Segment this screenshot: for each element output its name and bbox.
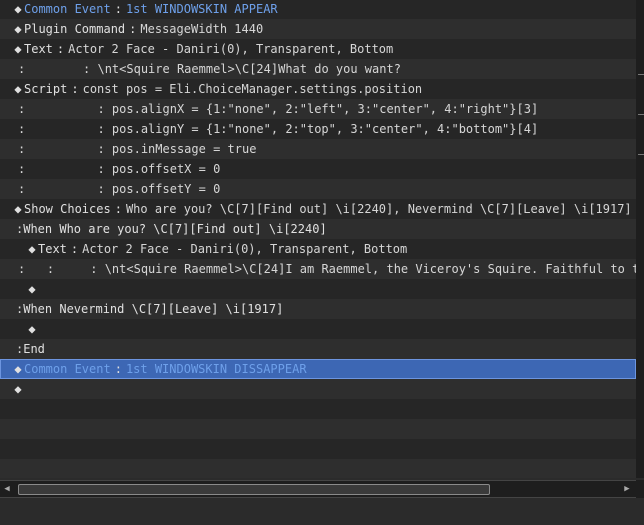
scroll-right-arrow-icon[interactable]: ▶ [620,481,634,497]
scroll-tick [638,154,644,155]
command-row[interactable]: : : pos.inMessage = true [0,139,636,159]
command-diamond-icon: ◆ [14,362,22,376]
scroll-tick [638,114,644,115]
command-row[interactable]: : : pos.offsetY = 0 [0,179,636,199]
continuation-text: pos.offsetY = 0 [111,182,221,196]
command-label: Plugin Command [24,22,126,36]
command-row[interactable]: :When Who are you? \C[7][Find out] \i[22… [0,219,636,239]
command-text: const pos = Eli.ChoiceManager.settings.p… [82,82,423,96]
command-row[interactable] [0,419,636,439]
continuation-marker: : : [18,102,112,116]
continuation-text: \nt<Squire Raemmel>\C[24]What do you wan… [97,62,401,76]
command-separator: : [129,22,137,36]
command-separator: : [71,82,79,96]
command-text: 1st WINDOWSKIN DISSAPPEAR [125,362,307,376]
bottom-panel [0,498,644,525]
command-row[interactable]: : : \nt<Squire Raemmel>\C[24]What do you… [0,59,636,79]
scroll-left-arrow-icon[interactable]: ◀ [0,481,14,497]
command-row[interactable]: : : pos.offsetX = 0 [0,159,636,179]
command-row[interactable]: ◆ [0,319,636,339]
command-row[interactable]: :End [0,339,636,359]
command-diamond-icon: ◆ [28,282,36,296]
command-diamond-icon: ◆ [14,42,22,56]
command-label: Show Choices [24,202,111,216]
command-label: Text [24,42,53,56]
continuation-marker: : : [18,122,112,136]
scrollbar-corner [636,480,644,498]
command-text: Who are you? \C[7][Find out] \i[2240], N… [125,202,636,216]
continuation-marker: : : [18,182,112,196]
command-row[interactable]: ◆ Common Event:1st WINDOWSKIN APPEAR [0,0,636,19]
command-row[interactable]: : : pos.alignY = {1:"none", 2:"top", 3:"… [0,119,636,139]
command-row[interactable]: ◆ [0,379,636,399]
vertical-scrollbar[interactable] [636,0,644,478]
command-diamond-icon: ◆ [14,382,22,396]
command-separator: : [114,2,122,16]
command-label: Script [24,82,68,96]
continuation-text: pos.alignX = {1:"none", 2:"left", 3:"cen… [111,102,539,116]
command-label: Common Event [24,2,111,16]
branch-text: When Nevermind \C[7][Leave] \i[1917] [23,302,284,316]
command-row[interactable]: ◆ [0,279,636,299]
horizontal-scrollbar[interactable]: ◀ ▶ [0,480,636,498]
command-row[interactable]: ◆ Common Event:1st WINDOWSKIN DISSAPPEAR [0,359,636,379]
branch-text: End [23,342,45,356]
command-row[interactable]: : : pos.alignX = {1:"none", 2:"left", 3:… [0,99,636,119]
continuation-text: \nt<Squire Raemmel>\C[24]I am Raemmel, t… [104,262,636,276]
command-row[interactable]: :When Nevermind \C[7][Leave] \i[1917] [0,299,636,319]
scroll-tick [638,74,644,75]
continuation-marker: : : [18,62,98,76]
command-text: MessageWidth 1440 [140,22,264,36]
command-row[interactable]: ◆ Script: const pos = Eli.ChoiceManager.se… [0,79,636,99]
command-diamond-icon: ◆ [14,82,22,96]
command-diamond-icon: ◆ [28,242,36,256]
branch-text: When Who are you? \C[7][Find out] \i[224… [23,222,327,236]
command-diamond-icon: ◆ [14,202,22,216]
continuation-marker: : : : [18,262,105,276]
command-row[interactable]: ◆ Plugin Command: MessageWidth 1440 [0,19,636,39]
command-text: Actor 2 Face - Daniri(0), Transparent, B… [68,42,394,56]
continuation-text: pos.offsetX = 0 [111,162,221,176]
continuation-marker: : : [18,162,112,176]
command-text: Actor 2 Face - Daniri(0), Transparent, B… [82,242,408,256]
command-separator: : [56,42,65,56]
command-row[interactable]: ◆ Show Choices: Who are you? \C[7][Find ou… [0,199,636,219]
continuation-text: pos.alignY = {1:"none", 2:"top", 3:"cent… [111,122,539,136]
scroll-thumb[interactable] [18,484,490,495]
command-row[interactable]: ◆ Text: Actor 2 Face - Daniri(0), Transpar… [0,239,636,259]
command-row[interactable] [0,399,636,419]
continuation-marker: : : [18,142,112,156]
command-diamond-icon: ◆ [14,2,22,16]
command-label: Common Event [24,362,111,376]
command-label: Text [38,242,67,256]
command-row[interactable]: : : : \nt<Squire Raemmel>\C[24]I am Raem… [0,259,636,279]
command-row[interactable] [0,459,636,478]
command-diamond-icon: ◆ [28,322,36,336]
command-diamond-icon: ◆ [14,22,22,36]
event-command-list[interactable]: ◆ Common Event:1st WINDOWSKIN APPEAR ◆ Plug… [0,0,636,478]
command-separator: : [70,242,79,256]
command-text: 1st WINDOWSKIN APPEAR [125,2,278,16]
command-separator: : [114,362,122,376]
command-row[interactable] [0,439,636,459]
continuation-text: pos.inMessage = true [111,142,257,156]
command-row[interactable]: ◆ Text: Actor 2 Face - Daniri(0), Transpar… [0,39,636,59]
command-separator: : [114,202,122,216]
